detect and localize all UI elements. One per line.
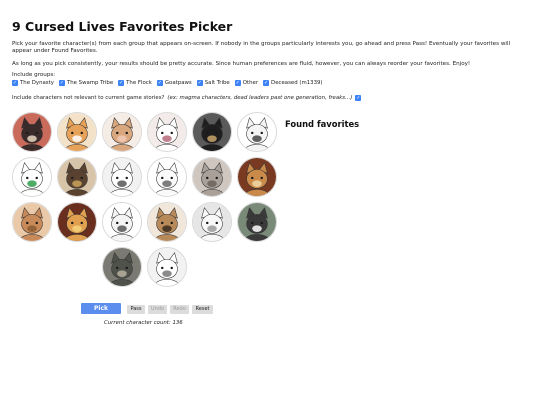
checkbox-checked-icon[interactable]: ✓ [12, 80, 18, 86]
character-portrait[interactable] [147, 202, 187, 242]
page-title: 9 Cursed Lives Favorites Picker [12, 19, 233, 34]
group-label: The Dynasty [20, 80, 54, 86]
character-portrait[interactable] [102, 247, 142, 287]
character-portrait[interactable] [57, 112, 97, 152]
character-portrait[interactable] [12, 112, 52, 152]
group-label: The Flock [126, 80, 152, 86]
cat-portrait-icon [103, 158, 141, 196]
checkbox-checked-icon[interactable]: ✓ [156, 80, 163, 86]
consistency-note: As long as you pick consistently, your r… [12, 61, 471, 67]
cat-portrait-icon [193, 113, 231, 151]
character-count: Current character count: 136 [104, 320, 183, 326]
cat-portrait-icon [58, 113, 96, 151]
redo-button[interactable]: Redo [170, 305, 189, 314]
cat-portrait-icon [58, 158, 96, 196]
character-portrait[interactable] [192, 112, 232, 152]
character-portrait[interactable] [57, 202, 97, 242]
cat-portrait-icon [13, 113, 51, 151]
include-groups-label: Include groups: [12, 72, 56, 78]
cat-portrait-icon [103, 113, 141, 151]
character-portrait[interactable] [192, 157, 232, 197]
group-filter: ✓ The Dynasty ✓ The Swamp Tribe ✓ The Flock… [12, 80, 323, 86]
cat-portrait-icon [238, 113, 276, 151]
cat-portrait-icon [148, 203, 186, 241]
character-portrait[interactable] [237, 112, 277, 152]
character-portrait[interactable] [237, 202, 277, 242]
character-portrait[interactable] [102, 112, 142, 152]
character-portrait[interactable] [102, 202, 142, 242]
group-option-dynasty[interactable]: ✓ The Dynasty [12, 80, 54, 86]
cat-portrait-icon [148, 248, 186, 286]
group-label: The Swamp Tribe [66, 80, 114, 86]
found-favorites-heading: Found favorites [285, 119, 360, 129]
cat-portrait-icon [58, 203, 96, 241]
cat-portrait-icon [193, 158, 231, 196]
character-portrait[interactable] [12, 157, 52, 197]
character-portrait[interactable] [102, 157, 142, 197]
cat-portrait-icon [238, 203, 276, 241]
checkbox-checked-icon[interactable]: ✓ [196, 80, 203, 86]
irrelevant-examples: (ex: magma characters, dead leaders past… [167, 95, 353, 101]
group-label: Salt Tribe [204, 80, 230, 86]
group-option-flock[interactable]: ✓ The Flock [118, 80, 152, 86]
character-portrait[interactable] [12, 202, 52, 242]
irrelevant-question: Include characters not relevant to curre… [12, 95, 165, 101]
checkbox-checked-icon[interactable]: ✓ [58, 80, 65, 86]
cat-portrait-icon [148, 113, 186, 151]
cat-portrait-icon [13, 203, 51, 241]
picker-page: 9 Cursed Lives Favorites Picker Pick you… [0, 0, 540, 405]
character-portrait[interactable] [237, 157, 277, 197]
irrelevant-checkbox[interactable]: ✓ [355, 95, 362, 101]
checkbox-checked-icon[interactable]: ✓ [263, 80, 270, 86]
cat-portrait-icon [238, 158, 276, 196]
group-label: Other [242, 80, 259, 86]
character-portrait[interactable] [147, 247, 187, 287]
cat-portrait-icon [103, 203, 141, 241]
group-option-deceased[interactable]: ✓ Deceased (m1339) [263, 80, 323, 86]
group-label: Deceased (m1339) [271, 80, 323, 86]
group-option-swamp-tribe[interactable]: ✓ The Swamp Tribe [58, 80, 114, 86]
character-portrait[interactable] [147, 157, 187, 197]
undo-button[interactable]: Undo [148, 305, 167, 314]
group-label: Goatpaws [164, 80, 192, 86]
checkbox-checked-icon[interactable]: ✓ [118, 80, 125, 86]
checkbox-checked-icon[interactable]: ✓ [234, 80, 241, 86]
character-portrait[interactable] [192, 202, 232, 242]
character-portrait[interactable] [147, 112, 187, 152]
cat-portrait-icon [193, 203, 231, 241]
group-option-other[interactable]: ✓ Other [234, 80, 259, 86]
cat-portrait-icon [103, 248, 141, 286]
character-portrait[interactable] [57, 157, 97, 197]
irrelevant-characters-option: Include characters not relevant to curre… [12, 95, 362, 101]
group-option-goatpaws[interactable]: ✓ Goatpaws [156, 80, 192, 86]
pass-button[interactable]: Pass [127, 305, 145, 314]
reset-button[interactable]: Reset [192, 305, 213, 314]
intro-text: Pick your favorite character(s) from eac… [12, 41, 511, 55]
cat-portrait-icon [13, 158, 51, 196]
pick-button[interactable]: Pick [81, 303, 121, 314]
cat-portrait-icon [148, 158, 186, 196]
group-option-salt-tribe[interactable]: ✓ Salt Tribe [196, 80, 230, 86]
